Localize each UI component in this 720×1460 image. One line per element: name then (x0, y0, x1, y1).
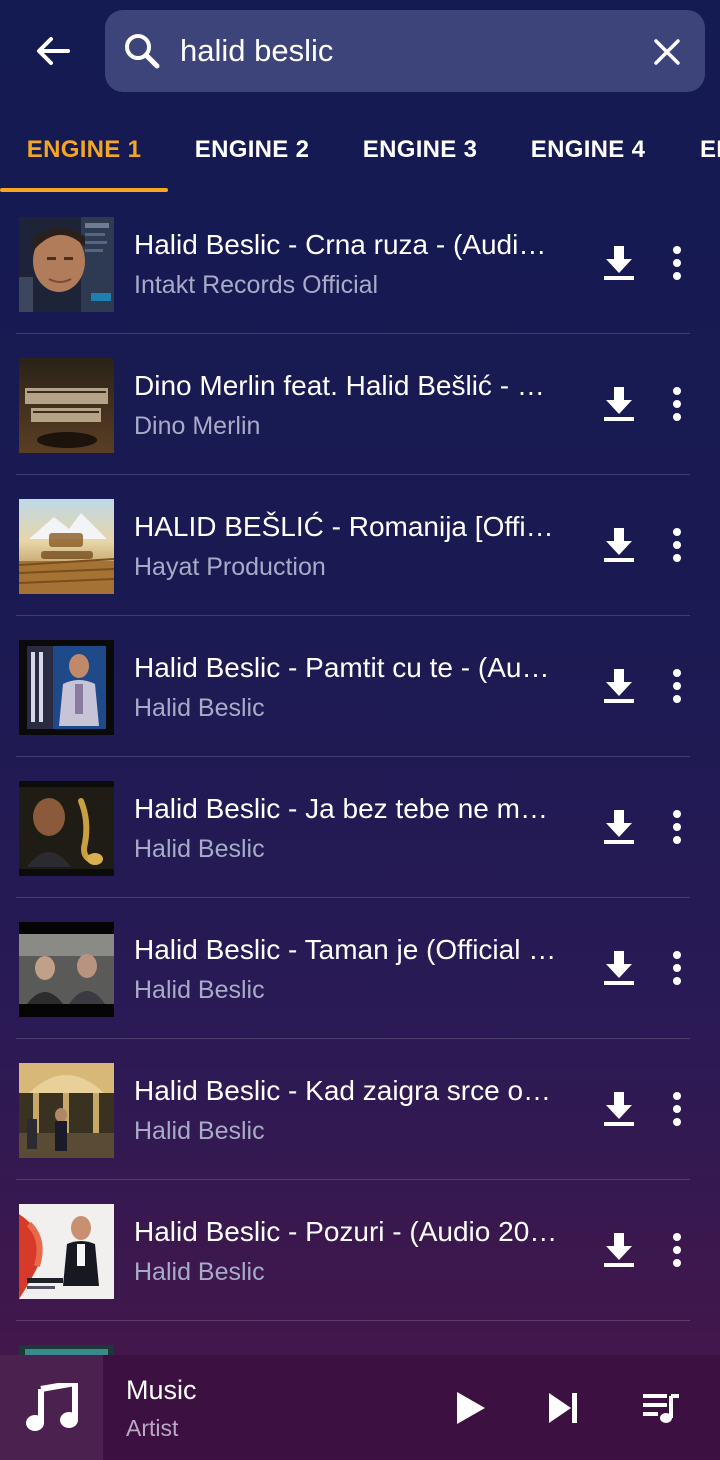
download-icon (604, 528, 634, 562)
download-button[interactable] (597, 382, 641, 426)
download-icon (604, 669, 634, 703)
play-icon (457, 1392, 485, 1424)
more-vert-icon (673, 669, 681, 703)
result-channel: Halid Beslic (134, 1258, 265, 1286)
result-channel: Halid Beslic (134, 976, 265, 1004)
more-options-button[interactable] (660, 1087, 694, 1131)
player-artwork[interactable] (0, 1355, 103, 1460)
result-title: Halid Beslic - Pozuri - (Audio 2009) (134, 1216, 559, 1247)
search-box (105, 10, 705, 92)
search-input[interactable] (180, 24, 620, 78)
top-bar (0, 0, 720, 100)
tab-engine-1[interactable]: ENGINE 1 (0, 110, 168, 190)
video-thumbnail (19, 217, 114, 312)
skip-next-button[interactable] (540, 1385, 586, 1431)
mini-player[interactable]: Music Artist (0, 1355, 720, 1460)
music-note-icon (25, 1382, 78, 1431)
tab-engine-3[interactable]: ENGINE 3 (336, 110, 504, 190)
result-title: Halid Beslic - Crna ruza - (Audio 2000) (134, 229, 559, 260)
more-options-button[interactable] (660, 241, 694, 285)
video-thumbnail (19, 1345, 114, 1355)
active-tab-indicator (0, 188, 168, 192)
result-title: Halid Beslic - Taman je (Official Video) (134, 934, 559, 965)
result-channel: Halid Beslic (134, 1117, 265, 1145)
more-vert-icon (673, 246, 681, 280)
video-thumbnail (19, 1063, 114, 1158)
video-thumbnail (19, 781, 114, 876)
download-icon (604, 387, 634, 421)
result-title: Halid Beslic - Kad zaigra srce od meraka (134, 1075, 559, 1106)
result-title: HALID BEŠLIĆ - Romanija [Official Video] (134, 511, 559, 542)
list-item[interactable]: Halid Beslic - Ja bez tebe ne mogu Halid… (0, 757, 720, 898)
tab-engine-5[interactable]: EN (672, 110, 720, 190)
result-channel: Halid Beslic (134, 694, 265, 722)
more-vert-icon (673, 387, 681, 421)
download-button[interactable] (597, 523, 641, 567)
download-icon (604, 951, 634, 985)
results-list[interactable]: Halid Beslic - Crna ruza - (Audio 2000) … (0, 193, 720, 1355)
tab-engine-2[interactable]: ENGINE 2 (168, 110, 336, 190)
download-button[interactable] (597, 805, 641, 849)
more-options-button[interactable] (660, 523, 694, 567)
video-thumbnail (19, 640, 114, 735)
download-button[interactable] (597, 1228, 641, 1272)
download-icon (604, 1233, 634, 1267)
tab-engine-4[interactable]: ENGINE 4 (504, 110, 672, 190)
more-options-button[interactable] (660, 382, 694, 426)
more-options-button[interactable] (660, 1228, 694, 1272)
engine-tabs: ENGINE 1 ENGINE 2 ENGINE 3 ENGINE 4 EN (0, 110, 720, 194)
list-item[interactable]: Halid Beslic - Kad zaigra srce od meraka… (0, 1039, 720, 1180)
queue-button[interactable] (638, 1385, 684, 1431)
more-vert-icon (673, 528, 681, 562)
more-vert-icon (673, 810, 681, 844)
back-button[interactable] (24, 22, 82, 80)
more-options-button[interactable] (660, 805, 694, 849)
more-options-button[interactable] (660, 664, 694, 708)
download-button[interactable] (597, 241, 641, 285)
more-vert-icon (673, 1233, 681, 1267)
result-title: Dino Merlin feat. Halid Bešlić - Godinom… (134, 370, 559, 401)
download-icon (604, 246, 634, 280)
list-item[interactable]: Dino Merlin feat. Halid Bešlić - Go dino m… (0, 334, 720, 475)
result-channel: Hayat Production (134, 553, 326, 581)
download-button[interactable] (597, 1087, 641, 1131)
video-thumbnail (19, 499, 114, 594)
list-item[interactable]: Halid Beslic - Pozuri - (Audio 2009) Hal… (0, 1180, 720, 1321)
result-channel: Intakt Records Official (134, 271, 379, 299)
arrow-back-icon (37, 37, 70, 65)
result-title: Halid Beslic - Ja bez tebe ne mogu (134, 793, 559, 824)
download-button[interactable] (597, 946, 641, 990)
list-item[interactable]: HALID BEŠLIĆ - Romanija [Official Video]… (0, 475, 720, 616)
list-item[interactable] (0, 1321, 720, 1355)
now-playing-title: Music (126, 1375, 197, 1405)
video-thumbnail (19, 1204, 114, 1299)
download-button[interactable] (597, 664, 641, 708)
list-item[interactable]: Halid Beslic - Crna ruza - (Audio 2000) … (0, 193, 720, 334)
download-icon (604, 1092, 634, 1126)
video-thumbnail (19, 922, 114, 1017)
video-thumbnail (19, 358, 114, 453)
result-channel: Halid Beslic (134, 835, 265, 863)
more-options-button[interactable] (660, 946, 694, 990)
search-icon (125, 34, 160, 69)
close-icon (654, 39, 680, 65)
clear-search-button[interactable] (645, 30, 689, 74)
list-item[interactable]: Halid Beslic - Taman je (Official Video)… (0, 898, 720, 1039)
queue-music-icon (643, 1394, 679, 1423)
result-title: Halid Beslic - Pamtit cu te - (Audio) (134, 652, 559, 683)
list-item[interactable]: Halid Beslic - Pamtit cu te - (Audio) Ha… (0, 616, 720, 757)
now-playing-artist: Artist (126, 1415, 179, 1441)
more-vert-icon (673, 1092, 681, 1126)
download-icon (604, 810, 634, 844)
play-button[interactable] (448, 1385, 494, 1431)
more-vert-icon (673, 951, 681, 985)
result-channel: Dino Merlin (134, 412, 261, 440)
skip-next-icon (549, 1393, 577, 1423)
